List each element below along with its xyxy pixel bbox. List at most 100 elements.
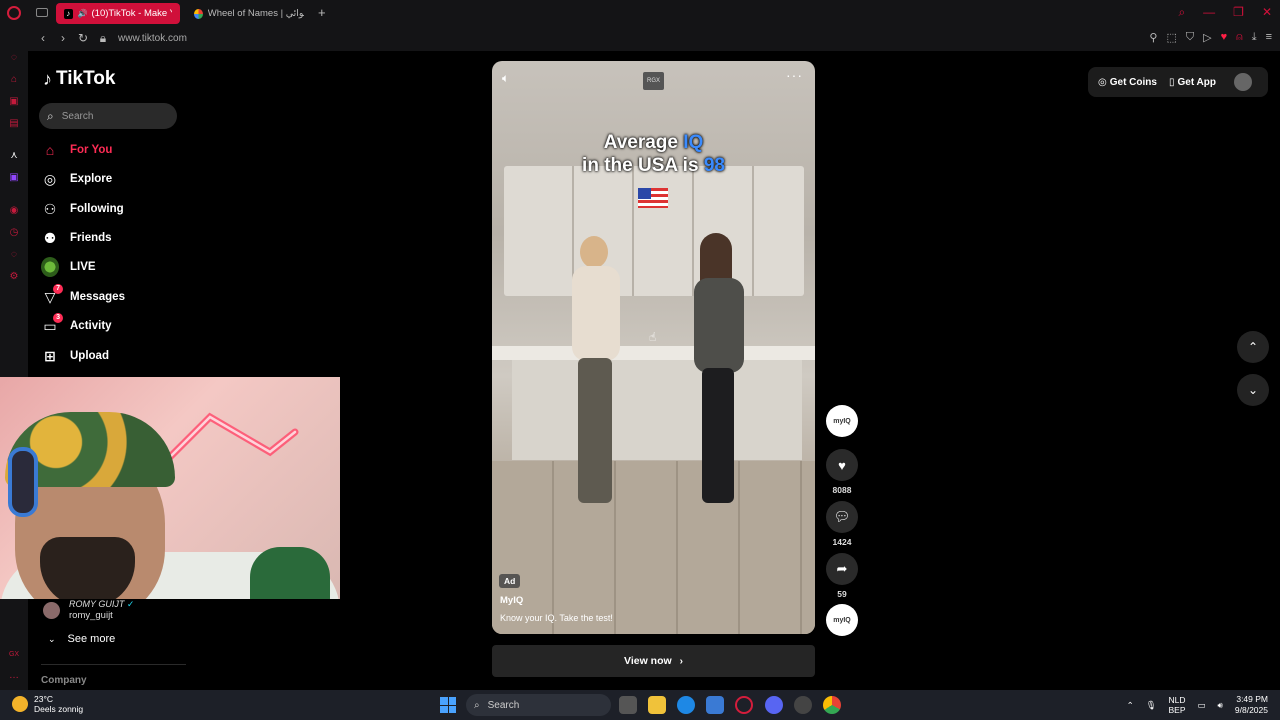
more-options-icon[interactable]: ··· — [786, 67, 803, 83]
share-button[interactable]: ➦ — [826, 553, 858, 585]
pin-icon[interactable]: ⚲ — [1149, 31, 1157, 44]
chat-icon[interactable]: ◌ — [8, 249, 20, 261]
volume-icon[interactable]: 🔈︎ — [502, 71, 509, 86]
compass-icon: ◎ — [43, 170, 57, 187]
account-name: ROMY GUIJT ✓ — [69, 599, 135, 609]
get-app-button[interactable]: ▯ Get App — [1169, 77, 1216, 88]
close-icon[interactable]: ✕ — [1262, 5, 1272, 20]
nav-following[interactable]: ⚇ Following — [41, 198, 124, 220]
nav-for-you[interactable]: ⌂ For You — [41, 139, 113, 161]
previous-video-button[interactable]: ⌃ — [1237, 331, 1269, 363]
search-icon[interactable]: ⌕ — [1178, 5, 1185, 20]
heart-icon[interactable]: ♥ — [1221, 31, 1228, 44]
video-frame-lower-cabinets — [512, 360, 802, 460]
volume-icon[interactable]: 🔊︎ — [1218, 700, 1223, 711]
messenger-icon[interactable]: ▣ — [8, 96, 20, 108]
chevron-right-icon: › — [679, 655, 683, 667]
creator-avatar[interactable]: myIQ — [826, 405, 858, 437]
nav-messages[interactable]: ▽ 7 Messages — [41, 284, 125, 308]
microphone-icon[interactable]: 🎙︎ — [1146, 700, 1157, 711]
nav-live[interactable]: LIVE — [41, 256, 96, 278]
phone-icon: ▯ — [1168, 76, 1175, 88]
edge-icon[interactable] — [677, 696, 695, 714]
get-coins-button[interactable]: ◎ Get Coins — [1098, 77, 1157, 88]
menu-icon[interactable]: ≡ — [1266, 31, 1272, 44]
nav-explore[interactable]: ◎ Explore — [41, 168, 112, 190]
restore-icon[interactable]: ❐ — [1233, 5, 1244, 20]
chevron-down-icon: ⌄ — [1247, 383, 1259, 397]
forward-icon[interactable]: › — [58, 31, 68, 45]
chevron-down-icon: ⌄ — [48, 633, 56, 644]
twitch-icon[interactable]: ▣ — [8, 172, 20, 184]
settings-icon[interactable]: ⚙ — [8, 271, 20, 283]
company-link[interactable]: Company — [41, 675, 87, 686]
play-icon[interactable]: ▷ — [1203, 31, 1211, 44]
music-disc[interactable]: myIQ — [826, 604, 858, 636]
video-frame-counter — [492, 346, 815, 360]
tab-tiktok[interactable]: ♪ 🔊 (10)TikTok - Make You — [56, 3, 180, 24]
see-more-button[interactable]: ⌄ See more — [48, 633, 115, 645]
player-icon[interactable]: ◉ — [8, 205, 20, 217]
opera-logo-icon[interactable] — [7, 5, 21, 20]
minimize-icon[interactable]: — — [1203, 5, 1215, 20]
speaker-icon[interactable]: 🔊 — [78, 9, 88, 18]
network-icon[interactable]: ▭ — [1198, 700, 1206, 711]
nav-activity[interactable]: ▭ 3 Activity — [41, 313, 112, 337]
new-tab-icon[interactable]: + — [318, 5, 326, 20]
apps-icon[interactable]: ⋏ — [8, 150, 20, 162]
tab-wheel-of-names[interactable]: Wheel of Names | عشوائي — [186, 3, 312, 24]
system-tray: ⌃ 🎙︎ NLD BEP ▭ 🔊︎ 3:49 PM 9/8/2025 — [1127, 694, 1268, 716]
back-icon[interactable]: ‹ — [38, 31, 48, 45]
share-count: 59 — [837, 589, 847, 599]
ad-advertiser[interactable]: MyIQ — [500, 595, 523, 606]
url-field[interactable]: www.tiktok.com — [118, 33, 187, 44]
tray-chevron-up-icon[interactable]: ⌃ — [1127, 700, 1134, 711]
steam-icon[interactable] — [794, 696, 812, 714]
taskbar-search[interactable]: ⌕ Search — [466, 694, 611, 716]
mail-icon[interactable]: ▤ — [8, 118, 20, 130]
reload-icon[interactable]: ↻ — [78, 31, 88, 45]
nav-upload[interactable]: ⊞ Upload — [41, 345, 109, 367]
nav-label: LIVE — [70, 261, 96, 273]
more-icon[interactable]: … — [8, 670, 20, 682]
discord-icon[interactable] — [765, 696, 783, 714]
snapshot-icon[interactable]: ⬚ — [1166, 31, 1176, 44]
video-player[interactable]: 🔈︎ RGX ··· Average IQ in the USA is 98 ☝… — [492, 61, 815, 634]
store-icon[interactable] — [706, 696, 724, 714]
search-input[interactable] — [61, 110, 157, 122]
like-button[interactable]: ♥ — [826, 449, 858, 481]
profile-icon[interactable]: ⍝ — [1236, 31, 1243, 44]
bag-icon[interactable]: ⌂ — [8, 74, 20, 86]
nav-label: Activity — [70, 320, 112, 332]
comment-button[interactable]: 💬︎ — [826, 501, 858, 533]
nav-label: Friends — [70, 232, 112, 244]
view-now-button[interactable]: View now › — [492, 645, 815, 677]
opera-gx-icon[interactable] — [735, 696, 753, 714]
file-explorer-icon[interactable] — [648, 696, 666, 714]
task-view-icon[interactable] — [619, 696, 637, 714]
gx-icon[interactable]: GX — [8, 649, 20, 661]
lang-line2: BEP — [1168, 705, 1186, 715]
search-box[interactable]: ⌕ — [39, 103, 177, 129]
history-icon[interactable]: ◷ — [8, 227, 20, 239]
vpn-icon[interactable]: ⛉ — [1186, 31, 1194, 44]
nav-label: Following — [70, 203, 124, 215]
language-indicator[interactable]: NLD BEP — [1169, 695, 1186, 715]
profile-avatar[interactable] — [1234, 73, 1252, 91]
friends-icon: ⚉ — [43, 229, 57, 246]
nav-friends[interactable]: ⚉ Friends — [41, 227, 112, 249]
share-icon: ➦ — [836, 561, 848, 576]
windows-start-icon[interactable] — [440, 697, 456, 713]
next-video-button[interactable]: ⌄ — [1237, 374, 1269, 406]
aria-icon[interactable]: ◌ — [8, 52, 20, 64]
followed-account[interactable]: ROMY GUIJT ✓ romy_guijt — [43, 599, 134, 621]
nav-label: Upload — [70, 350, 109, 362]
video-person-left — [570, 236, 620, 506]
weather-widget[interactable]: 23°C Deels zonnig — [12, 694, 83, 714]
chrome-icon[interactable] — [823, 696, 841, 714]
download-icon[interactable]: ⤓ — [1252, 31, 1257, 44]
clock[interactable]: 3:49 PM 9/8/2025 — [1235, 694, 1268, 716]
tab-islands-icon[interactable] — [36, 8, 48, 17]
tab-label: Wheel of Names | عشوائي — [207, 8, 304, 19]
tiktok-logo[interactable]: ♪ TikTok — [43, 68, 115, 90]
